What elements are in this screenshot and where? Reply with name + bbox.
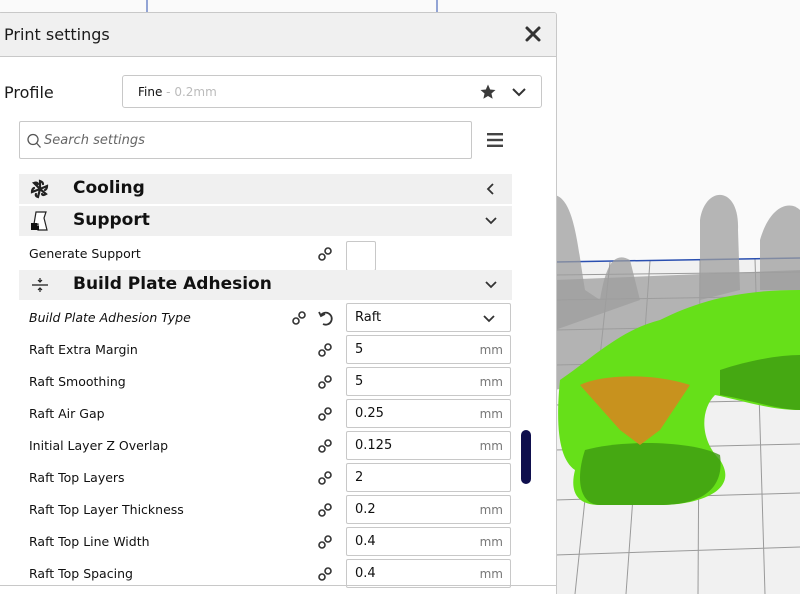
- category-cooling[interactable]: Cooling: [19, 174, 512, 204]
- star-icon[interactable]: [479, 83, 497, 101]
- raft-top-layers-input[interactable]: 2: [346, 463, 511, 492]
- profile-detail: 0.2mm: [174, 85, 217, 99]
- field-unit: mm: [479, 567, 503, 581]
- close-button[interactable]: [522, 23, 544, 45]
- category-label: Support: [73, 210, 150, 230]
- field-value: 0.4: [355, 566, 376, 581]
- link-icon: [318, 439, 332, 453]
- link-icon: [318, 407, 332, 421]
- setting-label: Raft Top Layers: [29, 470, 125, 485]
- setting-row-raft-smoothing: Raft Smoothing 5 mm: [19, 366, 512, 396]
- chevron-down-icon: [485, 281, 497, 289]
- panel-divider: [0, 585, 557, 586]
- setting-label: Raft Air Gap: [29, 406, 105, 421]
- chevron-down-icon: [483, 315, 495, 323]
- profile-quality-name: Fine: [138, 85, 163, 99]
- setting-label: Generate Support: [29, 246, 141, 261]
- search-box[interactable]: [19, 121, 472, 159]
- category-label: Build Plate Adhesion: [73, 274, 272, 294]
- link-icon: [318, 343, 332, 357]
- setting-row-raft-air-gap: Raft Air Gap 0.25 mm: [19, 398, 512, 428]
- setting-label: Raft Extra Margin: [29, 342, 138, 357]
- field-unit: mm: [479, 503, 503, 517]
- chevron-down-icon[interactable]: [511, 85, 527, 99]
- field-value: 5: [355, 342, 364, 357]
- setting-label: Raft Top Spacing: [29, 566, 133, 581]
- adhesion-type-select[interactable]: Raft: [346, 303, 511, 332]
- field-unit: mm: [479, 535, 503, 549]
- setting-label: Raft Smoothing: [29, 374, 126, 389]
- profile-row: Profile Fine - 0.2mm: [0, 57, 556, 121]
- setting-label: Raft Top Layer Thickness: [29, 502, 184, 517]
- setting-row-generate-support: Generate Support: [19, 238, 512, 271]
- setting-row-raft-top-layers: Raft Top Layers 2: [19, 462, 512, 492]
- raft-top-line-width-input[interactable]: 0.4 mm: [346, 527, 511, 556]
- category-label: Cooling: [73, 178, 145, 198]
- link-icon: [318, 247, 332, 261]
- category-support[interactable]: Support: [19, 206, 512, 236]
- field-value: 0.4: [355, 534, 376, 549]
- link-icon: [318, 471, 332, 485]
- profile-label: Profile: [4, 83, 54, 102]
- link-icon: [318, 535, 332, 549]
- link-icon: [318, 375, 332, 389]
- raft-air-gap-input[interactable]: 0.25 mm: [346, 399, 511, 428]
- field-unit: mm: [479, 375, 503, 389]
- chevron-down-icon: [485, 217, 497, 225]
- support-icon: [31, 211, 48, 231]
- reset-icon[interactable]: [317, 309, 335, 327]
- category-build-plate-adhesion[interactable]: Build Plate Adhesion: [19, 270, 512, 300]
- raft-top-layer-thickness-input[interactable]: 0.2 mm: [346, 495, 511, 524]
- profile-separator: -: [162, 85, 175, 99]
- setting-row-raft-extra-margin: Raft Extra Margin 5 mm: [19, 334, 512, 364]
- panel-title: Print settings: [4, 25, 110, 44]
- search-input[interactable]: [44, 130, 464, 150]
- setting-label: Build Plate Adhesion Type: [29, 310, 191, 325]
- close-icon: [525, 26, 541, 42]
- field-unit: mm: [479, 407, 503, 421]
- settings-scrollbar[interactable]: [521, 430, 531, 484]
- link-icon: [318, 567, 332, 581]
- field-unit: mm: [479, 439, 503, 453]
- hamburger-menu-icon[interactable]: [486, 132, 504, 148]
- setting-label: Initial Layer Z Overlap: [29, 438, 169, 453]
- profile-select[interactable]: Fine - 0.2mm: [122, 75, 542, 108]
- panel-header: Print settings: [0, 13, 556, 57]
- chevron-left-icon: [486, 183, 494, 195]
- initial-layer-z-overlap-input[interactable]: 0.125 mm: [346, 431, 511, 460]
- field-unit: mm: [479, 343, 503, 357]
- field-value: 5: [355, 374, 364, 389]
- field-value: 0.2: [355, 502, 376, 517]
- setting-row-raft-top-spacing: Raft Top Spacing 0.4 mm: [19, 558, 512, 588]
- field-value: 2: [355, 470, 364, 485]
- adhesion-icon: [32, 278, 48, 292]
- fan-icon: [30, 179, 49, 199]
- setting-row-raft-top-layer-thickness: Raft Top Layer Thickness 0.2 mm: [19, 494, 512, 524]
- field-value: 0.25: [355, 406, 384, 421]
- profile-layer-height: - 0.2mm: [162, 85, 217, 99]
- link-icon: [292, 311, 306, 325]
- raft-top-spacing-input[interactable]: 0.4 mm: [346, 559, 511, 588]
- link-icon: [318, 503, 332, 517]
- field-value: Raft: [355, 310, 382, 325]
- setting-row-raft-top-line-width: Raft Top Line Width 0.4 mm: [19, 526, 512, 556]
- field-value: 0.125: [355, 438, 393, 453]
- setting-row-initial-layer-z-overlap: Initial Layer Z Overlap 0.125 mm: [19, 430, 512, 460]
- setting-row-adhesion-type: Build Plate Adhesion Type Raft: [19, 302, 512, 332]
- profile-name: Fine - 0.2mm: [138, 85, 217, 99]
- raft-smoothing-input[interactable]: 5 mm: [346, 367, 511, 396]
- search-icon: [27, 133, 41, 148]
- setting-label: Raft Top Line Width: [29, 534, 150, 549]
- generate-support-checkbox[interactable]: [346, 241, 376, 271]
- raft-extra-margin-input[interactable]: 5 mm: [346, 335, 511, 364]
